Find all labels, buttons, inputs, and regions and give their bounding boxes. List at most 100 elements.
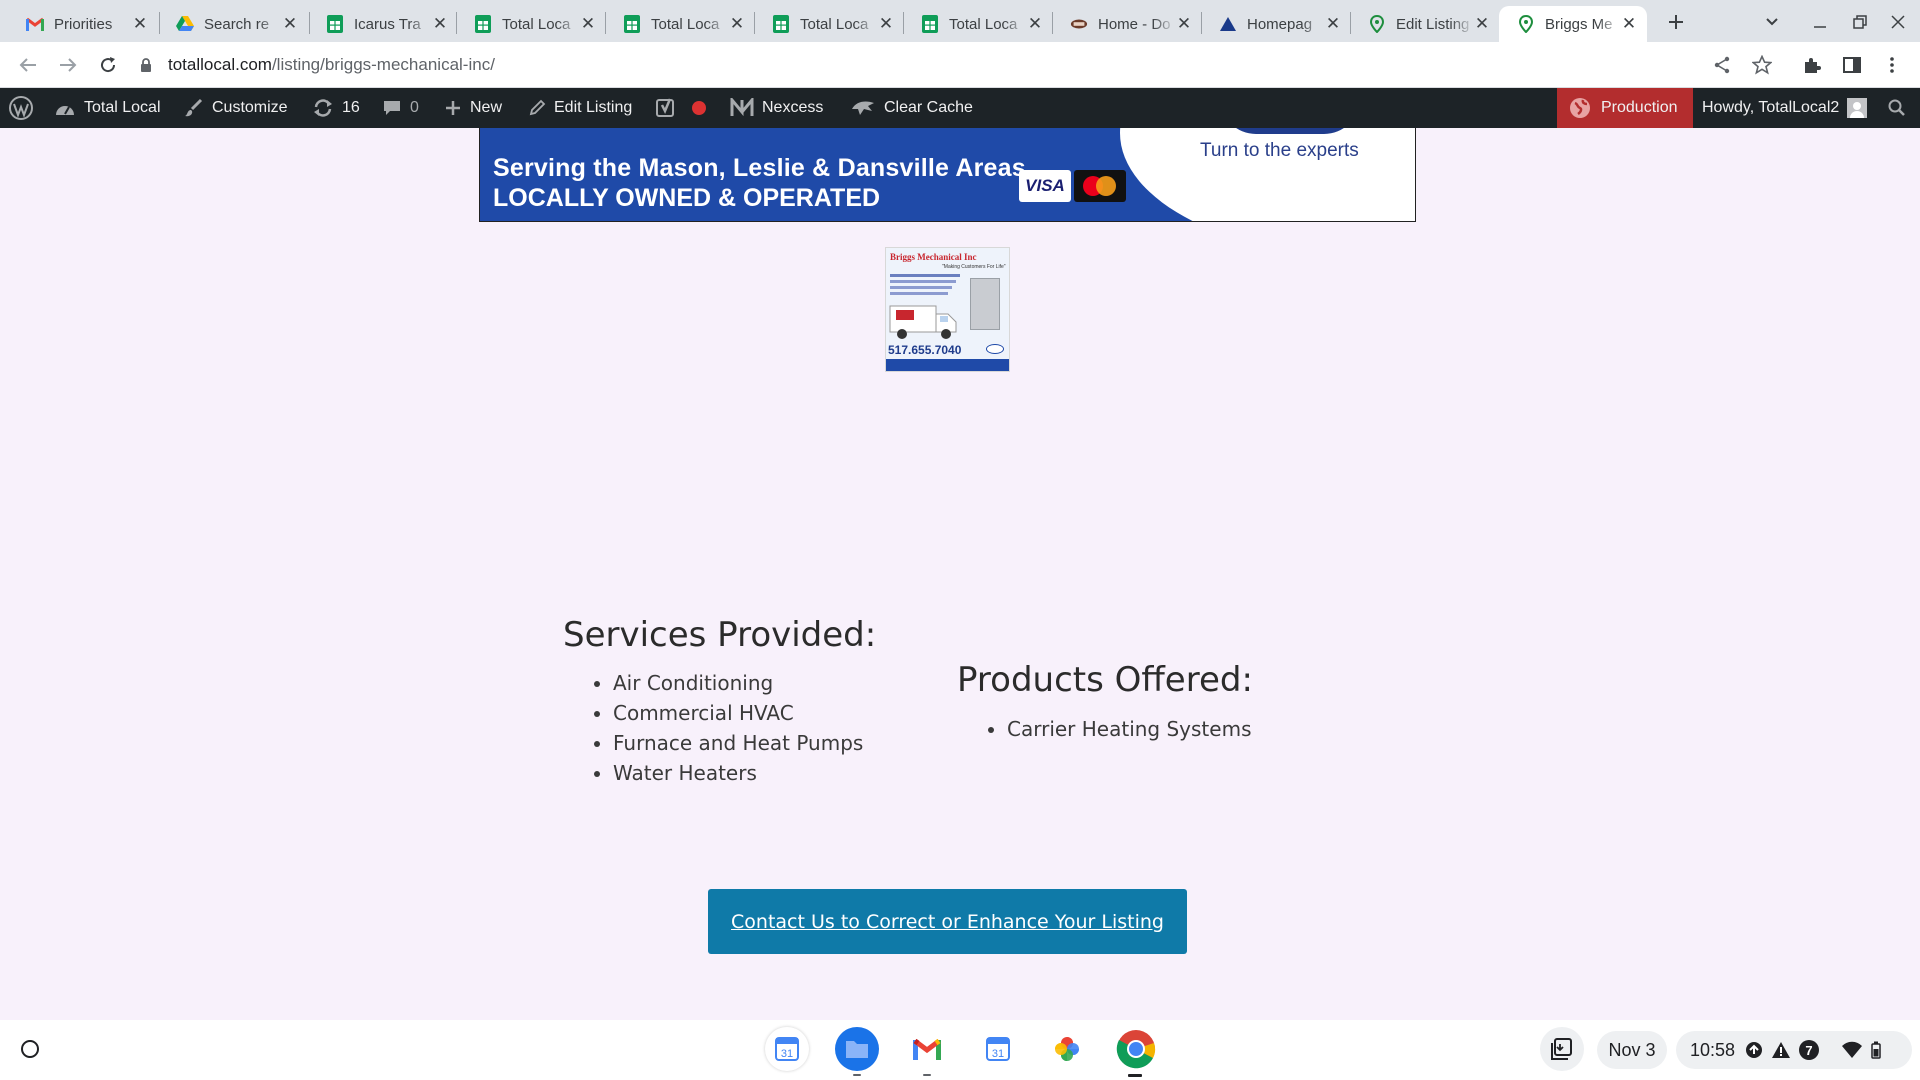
tote-icon (1551, 1038, 1572, 1060)
drive-icon (176, 15, 194, 33)
reload-icon (101, 57, 116, 73)
thumbnail-slogan: "Making Customers For Life" (942, 264, 1006, 270)
close-icon[interactable]: ✕ (432, 15, 448, 32)
sheets-icon (474, 15, 492, 33)
comments-count: 0 (410, 99, 419, 116)
tab-title: Total Loca (800, 15, 869, 33)
upload-icon (1746, 1042, 1763, 1058)
contact-correct-listing-button[interactable]: Contact Us to Correct or Enhance Your Li… (708, 889, 1187, 954)
new-content-link[interactable]: New (444, 88, 502, 128)
calendar-icon: 31 (986, 1037, 1010, 1061)
tab-icarus[interactable]: Icarus Tra ✕ (308, 6, 458, 42)
site-name-link[interactable]: Total Local (54, 88, 161, 128)
yoast-menu[interactable] (656, 88, 706, 128)
new-label: New (470, 99, 503, 116)
calendar-app[interactable]: 31 (765, 1027, 809, 1071)
clear-cache-link[interactable]: Clear Cache (850, 88, 973, 128)
gmail-icon (26, 15, 44, 33)
tab-total-local-1[interactable]: Total Loca ✕ (456, 6, 606, 42)
tab-total-local-2[interactable]: Total Loca ✕ (605, 6, 755, 42)
svg-text:31: 31 (781, 1048, 793, 1060)
back-button[interactable] (14, 51, 42, 79)
puzzle-icon (1805, 58, 1821, 73)
tab-title: Total Loca (949, 15, 1018, 33)
calendar-app-2[interactable]: 31 (976, 1027, 1020, 1071)
bookmark-button[interactable] (1748, 51, 1776, 79)
account-menu[interactable]: Howdy, TotalLocal2 (1702, 88, 1868, 128)
thumbnail-company: Briggs Mechanical Inc (890, 252, 977, 262)
carrier-logo (986, 344, 1004, 354)
tab-title: Home - Do (1098, 15, 1171, 33)
tab-total-local-3[interactable]: Total Loca ✕ (754, 6, 904, 42)
customize-link[interactable]: Customize (184, 88, 288, 128)
tab-homepage[interactable]: Homepag ✕ (1201, 6, 1351, 42)
pencil-icon (529, 99, 546, 116)
close-icon[interactable]: ✕ (729, 15, 745, 32)
side-panel-button[interactable] (1838, 51, 1866, 79)
close-window-button[interactable] (1884, 8, 1912, 36)
close-icon[interactable]: ✕ (132, 15, 148, 32)
close-icon[interactable]: ✕ (878, 15, 894, 32)
nexcess-label: Nexcess (762, 99, 824, 116)
clear-cache-label: Clear Cache (884, 99, 973, 116)
date-tray[interactable]: Nov 3 (1597, 1031, 1667, 1069)
reload-button[interactable] (94, 51, 122, 79)
tab-home[interactable]: Home - Do ✕ (1052, 6, 1202, 42)
tab-total-local-4[interactable]: Total Loca ✕ (903, 6, 1053, 42)
sheets-icon (623, 15, 641, 33)
extensions-button[interactable] (1798, 51, 1826, 79)
comments-link[interactable]: 0 (382, 88, 419, 128)
banner-tagline-areas: Serving the Mason, Leslie & Dansville Ar… (493, 154, 1026, 182)
menu-button[interactable] (1878, 51, 1906, 79)
battery-icon (1871, 1041, 1881, 1059)
close-icon[interactable]: ✕ (1176, 15, 1192, 32)
tab-edit-listing[interactable]: Edit Listing ✕ (1350, 6, 1500, 42)
tab-search-button[interactable] (1758, 8, 1786, 36)
close-icon[interactable]: ✕ (580, 15, 596, 32)
services-title: Services Provided: (563, 615, 877, 655)
new-tab-button[interactable] (1662, 8, 1690, 36)
tab-strip: Priorities ✕ Search re ✕ Icarus Tra ✕ To… (0, 0, 1920, 42)
os-shelf: 31 31 Nov 3 10:58 7 (0, 1020, 1920, 1080)
tab-briggs-mechanical[interactable]: Briggs Me ✕ (1499, 6, 1647, 42)
tab-title: Total Loca (651, 15, 720, 33)
sheets-icon (326, 15, 344, 33)
production-environment[interactable]: Production (1557, 88, 1693, 128)
list-item: Water Heaters (613, 758, 863, 788)
mastercard-logo (1074, 170, 1126, 202)
edit-listing-link[interactable]: Edit Listing (528, 88, 632, 128)
files-app[interactable] (835, 1027, 879, 1071)
updates-link[interactable]: 16 (312, 88, 360, 128)
close-icon[interactable]: ✕ (1325, 15, 1341, 32)
share-icon (1714, 56, 1730, 74)
holding-space-button[interactable] (1540, 1027, 1584, 1071)
address-bar[interactable]: totallocal.com/listing/briggs-mechanical… (140, 48, 1760, 82)
wordpress-icon (9, 96, 33, 120)
launcher-button[interactable] (8, 1027, 52, 1071)
close-icon[interactable]: ✕ (1027, 15, 1043, 32)
launcher-icon (21, 1040, 39, 1058)
chrome-app[interactable] (1114, 1027, 1158, 1071)
forward-button[interactable] (54, 51, 82, 79)
close-icon[interactable]: ✕ (1474, 15, 1490, 32)
products-title: Products Offered: (957, 660, 1253, 700)
services-list: Air Conditioning Commercial HVAC Furnace… (613, 668, 863, 788)
map-pin-icon (1517, 15, 1535, 33)
nexcess-link[interactable]: Nexcess (730, 88, 823, 128)
gmail-app[interactable] (905, 1027, 949, 1071)
tab-priorities[interactable]: Priorities ✕ (8, 6, 158, 42)
minimize-button[interactable] (1806, 8, 1834, 36)
admin-search-button[interactable] (1888, 88, 1914, 128)
sheets-icon (772, 15, 790, 33)
close-icon[interactable]: ✕ (1621, 15, 1637, 32)
photos-app[interactable] (1045, 1027, 1089, 1071)
tab-search-results[interactable]: Search re ✕ (158, 6, 308, 42)
listing-thumbnail[interactable]: Briggs Mechanical Inc "Making Customers … (885, 247, 1010, 372)
wordpress-menu[interactable] (8, 88, 42, 128)
list-item: Commercial HVAC (613, 698, 863, 728)
status-tray[interactable]: 10:58 7 (1676, 1031, 1912, 1069)
share-button[interactable] (1708, 51, 1736, 79)
tab-title: Search re (204, 15, 270, 33)
restore-button[interactable] (1846, 8, 1874, 36)
close-icon[interactable]: ✕ (282, 15, 298, 32)
